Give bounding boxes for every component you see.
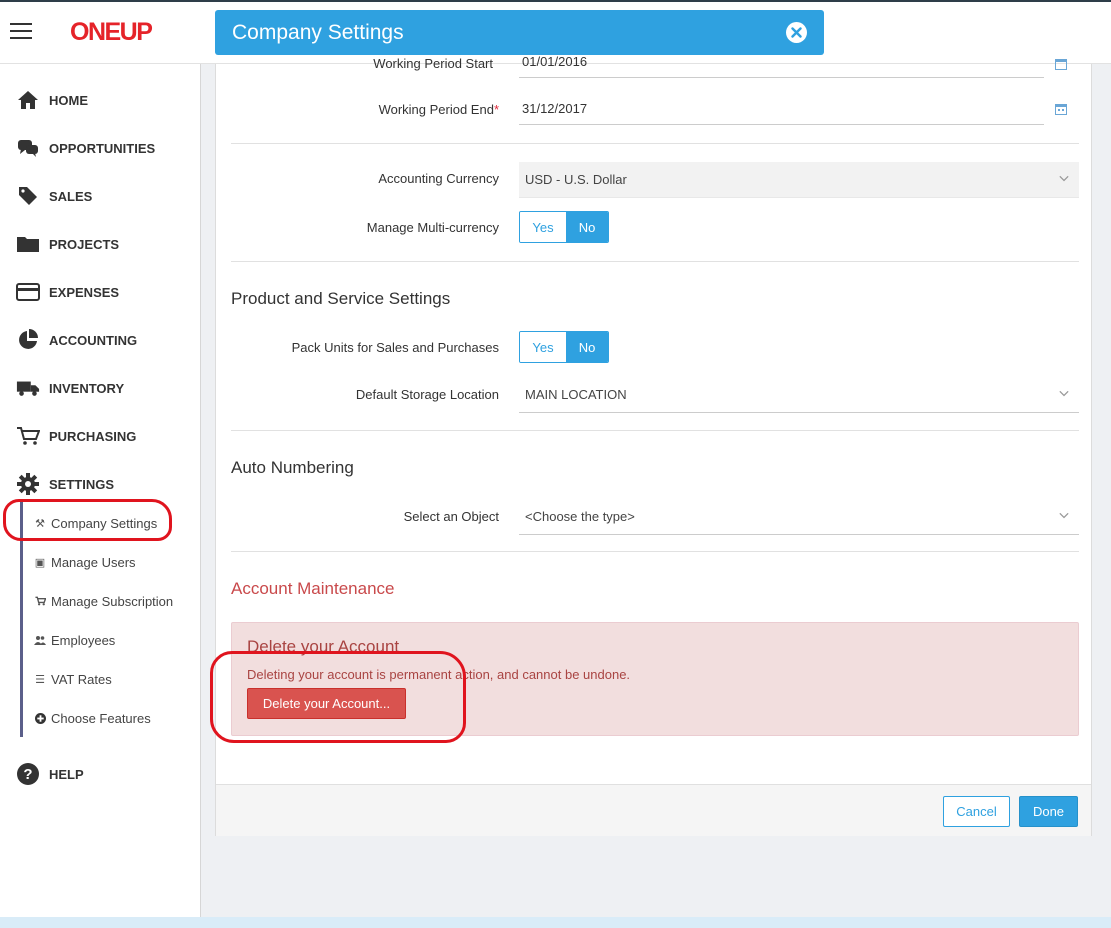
list-icon: ☰ xyxy=(35,673,45,686)
subnav-label: Employees xyxy=(51,632,116,648)
nav-label: HOME xyxy=(49,92,88,108)
nav-home[interactable]: HOME xyxy=(0,80,200,120)
calendar-icon[interactable] xyxy=(1055,58,1067,70)
nav-accounting[interactable]: ACCOUNTING xyxy=(0,320,200,360)
cart-small-icon xyxy=(33,596,47,606)
divider xyxy=(231,430,1079,431)
nav-sales[interactable]: SALES xyxy=(0,176,200,216)
credit-card-icon xyxy=(16,280,40,304)
pack-units-toggle: Yes No xyxy=(519,331,609,363)
storage-value: MAIN LOCATION xyxy=(525,387,627,402)
subnav-manage-subscription[interactable]: Manage Subscription xyxy=(33,590,173,612)
bottom-strip xyxy=(0,917,1111,928)
oneup-logo[interactable]: ONEUP xyxy=(70,18,153,47)
nav-label: OPPORTUNITIES xyxy=(49,140,156,156)
nav-label: ACCOUNTING xyxy=(49,332,138,348)
subnav-employees[interactable]: Employees xyxy=(33,629,115,651)
nav-inventory[interactable]: INVENTORY xyxy=(0,368,200,408)
top-border xyxy=(0,0,1111,2)
multi-currency-toggle: Yes No xyxy=(519,211,609,243)
product-section-title: Product and Service Settings xyxy=(231,289,451,308)
subnav-label: Manage Subscription xyxy=(51,593,174,609)
pack-units-no-button[interactable]: No xyxy=(566,332,608,362)
numbering-section-title: Auto Numbering xyxy=(231,458,354,477)
svg-text:?: ? xyxy=(23,766,32,783)
tag-icon xyxy=(16,184,40,208)
divider xyxy=(231,143,1079,144)
object-type-select[interactable]: <Choose the type> xyxy=(519,499,1079,535)
highlight-annotation xyxy=(210,651,466,743)
id-card-icon: ▣ xyxy=(34,556,46,569)
home-icon xyxy=(16,88,40,112)
chevron-down-icon xyxy=(1059,390,1069,397)
modal-header: Company Settings xyxy=(215,10,824,55)
question-circle-icon: ? xyxy=(16,762,40,786)
multi-currency-no-button[interactable]: No xyxy=(566,212,608,242)
nav-label: SALES xyxy=(49,188,93,204)
nav-purchasing[interactable]: PURCHASING xyxy=(0,416,200,456)
subnav-label: Choose Features xyxy=(51,710,151,726)
calendar-icon[interactable] xyxy=(1055,103,1067,115)
highlight-annotation xyxy=(3,499,172,541)
nav-opportunities[interactable]: OPPORTUNITIES xyxy=(0,128,200,168)
object-label: Select an Object xyxy=(403,509,499,524)
multi-currency-label: Manage Multi-currency xyxy=(366,220,499,235)
chevron-down-icon xyxy=(1059,512,1069,519)
nav-label: HELP xyxy=(49,766,84,782)
hamburger-menu-icon[interactable] xyxy=(10,23,32,41)
divider xyxy=(231,261,1079,262)
gear-icon xyxy=(16,472,40,496)
currency-select[interactable]: USD - U.S. Dollar xyxy=(519,162,1079,198)
currency-label: Accounting Currency xyxy=(378,171,499,186)
nav-label: PROJECTS xyxy=(49,236,120,252)
nav-label: INVENTORY xyxy=(49,380,125,396)
pack-units-label: Pack Units for Sales and Purchases xyxy=(291,340,499,355)
modal-footer: Cancel Done xyxy=(216,784,1091,836)
modal-title: Company Settings xyxy=(232,20,404,44)
cancel-button[interactable]: Cancel xyxy=(943,796,1010,827)
nav-label: PURCHASING xyxy=(49,428,137,444)
nav-projects[interactable]: PROJECTS xyxy=(0,224,200,264)
chat-bubbles-icon xyxy=(16,136,40,160)
nav-expenses[interactable]: EXPENSES xyxy=(0,272,200,312)
pie-chart-icon xyxy=(16,328,40,352)
users-icon xyxy=(33,635,47,645)
nav-help[interactable]: ? HELP xyxy=(0,754,200,794)
object-type-value: <Choose the type> xyxy=(525,509,635,524)
chevron-down-icon xyxy=(1059,175,1069,182)
period-start-label: Working Period Start xyxy=(373,56,493,71)
close-icon[interactable] xyxy=(786,22,807,43)
truck-icon xyxy=(16,376,40,400)
done-button[interactable]: Done xyxy=(1019,796,1078,827)
subnav-choose-features[interactable]: Choose Features xyxy=(33,707,151,729)
storage-label: Default Storage Location xyxy=(355,387,499,402)
period-end-input[interactable]: 31/12/2017 xyxy=(519,95,1044,125)
nav-label: EXPENSES xyxy=(49,284,120,300)
maintenance-section-title: Account Maintenance xyxy=(231,579,395,598)
subnav-label: VAT Rates xyxy=(51,671,112,687)
currency-value: USD - U.S. Dollar xyxy=(525,172,627,187)
divider xyxy=(231,551,1079,552)
storage-select[interactable]: MAIN LOCATION xyxy=(519,377,1079,413)
sidebar: HOME OPPORTUNITIES SALES PROJECTS EXPENS… xyxy=(0,64,201,928)
plus-circle-icon xyxy=(33,712,47,724)
pack-units-yes-button[interactable]: Yes xyxy=(520,332,566,362)
nav-label: SETTINGS xyxy=(49,476,115,492)
subnav-manage-users[interactable]: ▣ Manage Users xyxy=(33,551,136,573)
folder-icon xyxy=(16,232,40,256)
cart-icon xyxy=(16,424,40,448)
period-end-label: Working Period End* xyxy=(378,102,499,117)
subnav-label: Manage Users xyxy=(51,554,136,570)
nav-settings[interactable]: SETTINGS xyxy=(0,464,200,504)
subnav-vat-rates[interactable]: ☰ VAT Rates xyxy=(33,668,112,690)
required-asterisk: * xyxy=(493,102,499,117)
multi-currency-yes-button[interactable]: Yes xyxy=(520,212,566,242)
